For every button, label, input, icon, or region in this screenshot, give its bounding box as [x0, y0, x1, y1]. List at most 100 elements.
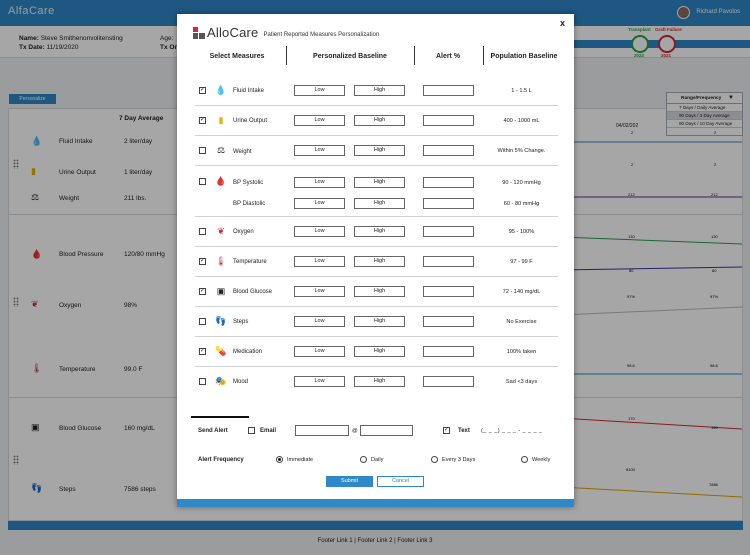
column-divider	[483, 46, 484, 65]
alert-percent-input[interactable]	[423, 85, 474, 96]
measure-checkbox[interactable]: ✓	[199, 288, 206, 295]
alert-percent-input[interactable]	[423, 376, 474, 387]
high-baseline-input[interactable]: High	[354, 177, 405, 188]
submit-button[interactable]: Submit	[326, 476, 373, 487]
blood-drop-icon: 🩸	[215, 176, 227, 186]
measure-name: Mood	[233, 379, 249, 385]
measure-name: Weight	[233, 149, 252, 155]
cancel-button[interactable]: Cancel	[377, 476, 424, 487]
alert-percent-input[interactable]	[423, 177, 474, 188]
email-checkbox[interactable]	[248, 427, 255, 434]
column-divider	[414, 46, 415, 65]
low-baseline-input[interactable]: Low	[294, 256, 345, 267]
low-baseline-input[interactable]: Low	[294, 316, 345, 327]
population-baseline: 95 - 100%	[508, 229, 535, 235]
population-baseline: 97 - 99 F	[510, 259, 533, 265]
measure-checkbox[interactable]: ✓	[199, 258, 206, 265]
high-baseline-input[interactable]: High	[354, 346, 405, 357]
section-underline	[191, 416, 249, 418]
alert-percent-input[interactable]	[423, 198, 474, 209]
low-baseline-input[interactable]: Low	[294, 177, 345, 188]
high-baseline-input[interactable]: High	[354, 316, 405, 327]
population-baseline: 60 - 80 mmHg	[503, 201, 540, 207]
measure-row-urine-output: ✓ ▮ Urine Output Low High 400 - 1000 mL	[195, 106, 558, 136]
low-baseline-input[interactable]: Low	[294, 85, 345, 96]
droplet-icon: 💧	[215, 85, 227, 95]
brand: AlloCare Patient Reported Measures Perso…	[193, 25, 379, 39]
measure-row-temperature: ✓ 🌡 Temperature Low High 97 - 99 F	[195, 247, 558, 277]
alert-percent-input[interactable]	[423, 316, 474, 327]
col-select-measures: Select Measures	[209, 53, 265, 60]
close-icon[interactable]: x	[560, 18, 565, 28]
low-baseline-input[interactable]: Low	[294, 145, 345, 156]
low-baseline-input[interactable]: Low	[294, 115, 345, 126]
high-baseline-input[interactable]: High	[354, 198, 405, 209]
alert-frequency-label: Alert Frequency	[198, 457, 244, 463]
at-symbol: @	[352, 428, 358, 434]
measure-row-medication: ✓ 💊 Medication Low High 100% taken	[195, 337, 558, 367]
low-baseline-input[interactable]: Low	[294, 226, 345, 237]
high-baseline-input[interactable]: High	[354, 226, 405, 237]
measure-name-secondary: BP Diastolic	[233, 201, 266, 207]
cup-icon: ▮	[218, 115, 224, 125]
measure-checkbox[interactable]	[199, 228, 206, 235]
col-personalized-baseline: Personalized Baseline	[313, 53, 387, 60]
measure-checkbox[interactable]	[199, 178, 206, 185]
high-baseline-input[interactable]: High	[354, 286, 405, 297]
column-divider	[286, 46, 287, 65]
measure-checkbox[interactable]: ✓	[199, 117, 206, 124]
alert-percent-input[interactable]	[423, 226, 474, 237]
high-baseline-input[interactable]: High	[354, 256, 405, 267]
text-label: Text	[458, 428, 470, 434]
population-baseline: No Exercise	[506, 319, 537, 325]
alert-percent-input[interactable]	[423, 346, 474, 357]
measure-checkbox[interactable]	[199, 378, 206, 385]
population-baseline: Sad <3 days	[505, 379, 538, 385]
measure-name: Steps	[233, 319, 249, 325]
phone-input[interactable]: (_ _ _) _ _ _ - _ _ _ _	[481, 428, 542, 434]
col-population-baseline: Population Baseline	[490, 53, 558, 60]
population-baseline: 400 - 1000 mL	[503, 118, 540, 124]
frequency-radio-immediate[interactable]	[276, 456, 283, 463]
measure-name: Blood Glucose	[233, 289, 273, 295]
measure-checkbox[interactable]	[199, 147, 206, 154]
measure-row-fluid-intake: ✓ 💧 Fluid Intake Low High 1 - 1.5 L	[195, 76, 558, 106]
measure-row-oxygen: ❦ Oxygen Low High 95 - 100%	[195, 217, 558, 247]
measure-name: Fluid Intake	[233, 88, 265, 94]
frequency-option-label: Weekly	[532, 457, 551, 463]
glucose-meter-icon: ▣	[216, 286, 226, 296]
modal-title: Patient Reported Measures Personalizatio…	[263, 32, 380, 38]
population-baseline: Within 5% Change.	[497, 148, 546, 154]
measure-checkbox[interactable]: ✓	[199, 87, 206, 94]
high-baseline-input[interactable]: High	[354, 376, 405, 387]
email-user-input[interactable]	[295, 425, 349, 436]
alert-percent-input[interactable]	[423, 145, 474, 156]
measure-checkbox[interactable]: ✓	[199, 348, 206, 355]
low-baseline-input[interactable]: Low	[294, 286, 345, 297]
measure-checkbox[interactable]	[199, 318, 206, 325]
high-baseline-input[interactable]: High	[354, 145, 405, 156]
high-baseline-input[interactable]: High	[354, 115, 405, 126]
frequency-radio-every-3-days[interactable]	[431, 456, 438, 463]
alert-percent-input[interactable]	[423, 115, 474, 126]
col-alert-percent: Alert %	[435, 53, 461, 60]
low-baseline-input[interactable]: Low	[294, 346, 345, 357]
measure-name: Oxygen	[233, 229, 254, 235]
modal-bottom-bar	[177, 499, 574, 507]
population-baseline: 72 - 140 mg/dL	[502, 289, 541, 295]
high-baseline-input[interactable]: High	[354, 85, 405, 96]
population-baseline: 90 - 120 mmHg	[502, 180, 541, 186]
allocare-logo-icon	[193, 27, 205, 39]
low-baseline-input[interactable]: Low	[294, 198, 345, 209]
frequency-radio-weekly[interactable]	[521, 456, 528, 463]
frequency-radio-daily[interactable]	[360, 456, 367, 463]
personalization-modal: AlloCare Patient Reported Measures Perso…	[177, 14, 574, 507]
alert-percent-input[interactable]	[423, 256, 474, 267]
measure-row-mood: 🎭 Mood Low High Sad <3 days	[195, 367, 558, 397]
send-alert-label: Send Alert	[198, 428, 228, 434]
email-domain-input[interactable]	[360, 425, 413, 436]
text-checkbox[interactable]: ✓	[443, 427, 450, 434]
mood-masks-icon: 🎭	[215, 376, 227, 386]
low-baseline-input[interactable]: Low	[294, 376, 345, 387]
alert-percent-input[interactable]	[423, 286, 474, 297]
